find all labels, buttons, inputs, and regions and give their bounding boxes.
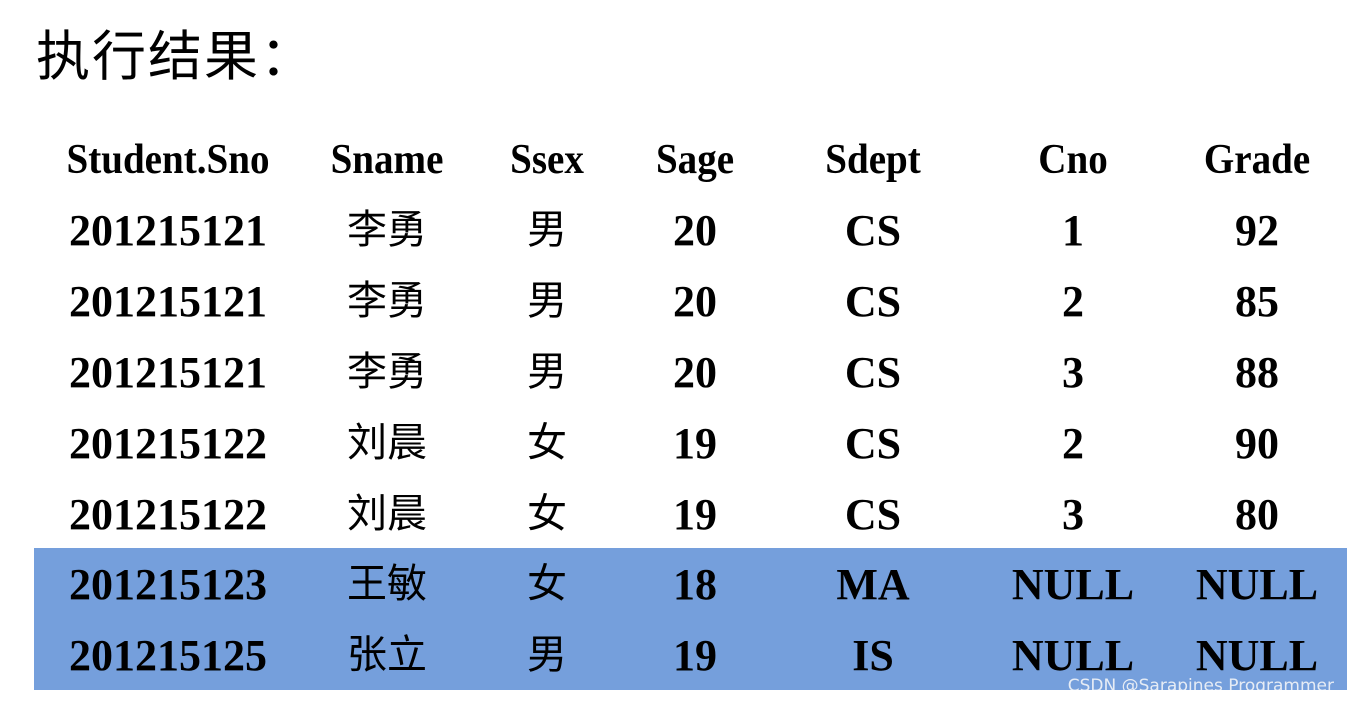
cell-sno: 201215122 xyxy=(69,419,267,468)
cell-grade: 92 xyxy=(1235,206,1279,255)
header-sage: Sage xyxy=(655,137,735,183)
cell-sdept: CS xyxy=(844,206,902,255)
cell-ssex: 男 xyxy=(527,632,567,678)
cell-cno: 1 xyxy=(1062,206,1084,255)
cell-grade: 88 xyxy=(1235,348,1279,397)
cell-sname: 刘晨 xyxy=(347,491,427,537)
cell-sno: 201215123 xyxy=(69,560,267,609)
table-row: 201215121 李勇 男 20 CS 1 92 xyxy=(0,195,1350,266)
cell-sage: 19 xyxy=(673,419,717,468)
cell-cno: 2 xyxy=(1062,419,1084,468)
cell-sdept: CS xyxy=(844,277,902,326)
cell-ssex: 男 xyxy=(527,278,567,324)
table-row: 201215121 李勇 男 20 CS 3 88 xyxy=(0,337,1350,408)
cell-sage: 20 xyxy=(673,206,717,255)
cell-sno: 201215121 xyxy=(69,277,267,326)
header-ssex: Ssex xyxy=(510,137,584,183)
cell-sname: 王敏 xyxy=(347,561,427,607)
header-sname: Sname xyxy=(330,137,444,183)
cell-sname: 张立 xyxy=(347,632,427,678)
table-header-row: Student.Sno Sname Ssex Sage Sdept Cno Gr… xyxy=(0,125,1350,196)
cell-sdept: IS xyxy=(852,631,894,680)
table-row: 201215122 刘晨 女 19 CS 2 90 xyxy=(0,408,1350,479)
table-row: 201215123 王敏 女 18 MA NULL NULL xyxy=(0,549,1350,620)
cell-sname: 李勇 xyxy=(347,349,427,395)
cell-cno: 3 xyxy=(1062,490,1084,539)
cell-grade: 80 xyxy=(1235,490,1279,539)
cell-sdept: CS xyxy=(844,419,902,468)
cell-grade: NULL xyxy=(1195,560,1319,609)
cell-sage: 19 xyxy=(673,490,717,539)
cell-ssex: 男 xyxy=(527,349,567,395)
cell-sname: 李勇 xyxy=(347,207,427,253)
cell-sname: 李勇 xyxy=(347,278,427,324)
cell-cno: 3 xyxy=(1062,348,1084,397)
cell-sage: 20 xyxy=(673,348,717,397)
table-row: 201215121 李勇 男 20 CS 2 85 xyxy=(0,266,1350,337)
page-title: 执行结果： xyxy=(36,25,316,88)
cell-sdept: CS xyxy=(844,348,902,397)
cell-cno: NULL xyxy=(1011,560,1135,609)
cell-sno: 201215125 xyxy=(69,631,267,680)
cell-ssex: 女 xyxy=(527,491,567,537)
cell-sage: 18 xyxy=(673,560,717,609)
cell-grade: 85 xyxy=(1235,277,1279,326)
cell-grade: 90 xyxy=(1235,419,1279,468)
cell-sno: 201215121 xyxy=(69,348,267,397)
cell-ssex: 女 xyxy=(527,561,567,607)
cell-ssex: 男 xyxy=(527,207,567,253)
cell-cno: 2 xyxy=(1062,277,1084,326)
header-grade: Grade xyxy=(1203,137,1311,183)
header-cno: Cno xyxy=(1038,137,1108,183)
cell-ssex: 女 xyxy=(527,420,567,466)
cell-sno: 201215121 xyxy=(69,206,267,255)
cell-sage: 20 xyxy=(673,277,717,326)
watermark: CSDN @Sarapines Programmer xyxy=(1067,676,1334,690)
cell-sno: 201215122 xyxy=(69,490,267,539)
cell-sdept: MA xyxy=(836,560,910,609)
cell-sname: 刘晨 xyxy=(347,420,427,466)
table-row: 201215122 刘晨 女 19 CS 3 80 xyxy=(0,479,1350,550)
cell-sage: 19 xyxy=(673,631,717,680)
cell-sdept: CS xyxy=(844,490,902,539)
header-sno: Student.Sno xyxy=(66,137,270,183)
header-sdept: Sdept xyxy=(825,137,921,183)
